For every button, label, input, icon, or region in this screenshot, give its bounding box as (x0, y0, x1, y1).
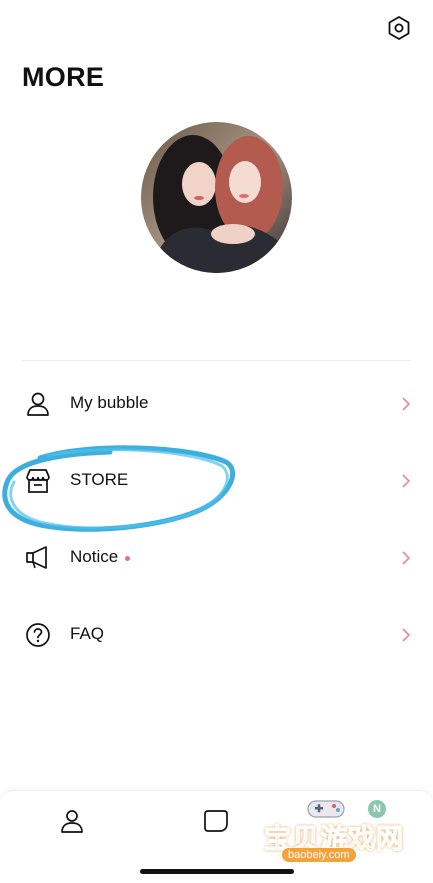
chevron-right-icon (402, 474, 411, 488)
menu-label-faq: FAQ (70, 624, 105, 643)
person-icon (27, 392, 49, 416)
gamepad-icon (307, 800, 345, 818)
tab-profile[interactable] (58, 807, 86, 835)
chevron-right-icon (402, 551, 411, 565)
watermark: N 宝贝游戏网 baobeiy.com (258, 795, 428, 867)
menu-label-store: STORE (70, 470, 129, 489)
settings-button[interactable] (386, 15, 412, 41)
menu-item-store[interactable]: STORE (0, 453, 433, 509)
new-dot-badge (125, 556, 130, 561)
more-screen: MORE My bubble STORE Notice FAQ N 宝贝游戏网 … (0, 0, 433, 883)
tab-chat[interactable] (202, 807, 230, 835)
avatar[interactable] (141, 122, 292, 273)
menu-item-my-bubble[interactable]: My bubble (0, 376, 433, 432)
menu-item-faq[interactable]: FAQ (0, 607, 433, 663)
chevron-right-icon (402, 628, 411, 642)
chevron-right-icon (402, 397, 411, 411)
chat-tab-icon (204, 810, 228, 832)
store-icon (26, 469, 50, 493)
menu-item-notice[interactable]: Notice (0, 530, 433, 586)
notification-badge[interactable]: N (368, 800, 386, 818)
watermark-domain: baobeiy.com (282, 848, 356, 862)
gear-icon (388, 16, 410, 40)
menu-label-my-bubble: My bubble (70, 393, 149, 412)
section-divider (22, 360, 411, 361)
megaphone-icon (26, 546, 47, 569)
page-title: MORE (22, 62, 105, 92)
help-circle-icon (26, 623, 50, 647)
profile-tab-icon (61, 810, 83, 833)
home-indicator[interactable] (140, 869, 294, 874)
menu-label-notice: Notice (70, 547, 119, 566)
profile-photo (141, 122, 292, 273)
